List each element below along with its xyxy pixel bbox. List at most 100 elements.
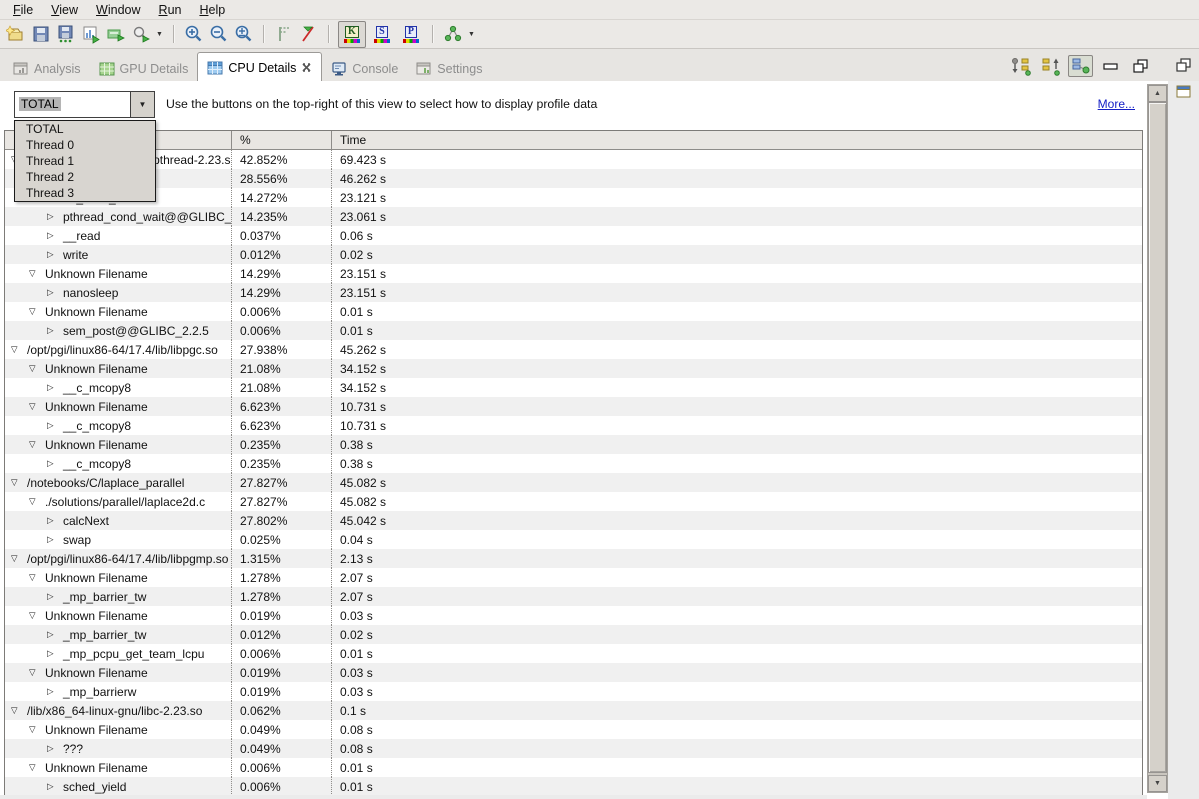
table-row[interactable]: ▷ write 0.012% 0.02 s	[5, 245, 1142, 264]
expander-icon[interactable]: ▽	[29, 401, 40, 412]
table-row[interactable]: ▽ Unknown Filename 0.049% 0.08 s	[5, 720, 1142, 739]
expander-icon[interactable]: ▷	[47, 781, 58, 792]
table-row[interactable]: ▽ /lib/x86_64-linux-gnu/libpthread-2.23.…	[5, 150, 1142, 169]
expander-icon[interactable]: ▷	[47, 515, 58, 526]
menu-run[interactable]: Run	[150, 1, 191, 18]
expander-icon[interactable]: ▽	[11, 553, 22, 564]
table-row[interactable]: ▷ sem_post@@GLIBC_2.2.5 0.006% 0.01 s	[5, 321, 1142, 340]
save-all-icon[interactable]	[55, 23, 77, 45]
expander-icon[interactable]: ▽	[29, 306, 40, 317]
expander-icon[interactable]: ▷	[47, 249, 58, 260]
menu-view[interactable]: View	[42, 1, 87, 18]
kernel-mode-button[interactable]: K	[338, 21, 366, 48]
expander-icon[interactable]: ▽	[29, 610, 40, 621]
table-row[interactable]: ▽ /opt/pgi/linux86-64/17.4/lib/libpgmp.s…	[5, 549, 1142, 568]
expander-icon[interactable]: ▷	[47, 591, 58, 602]
expander-icon[interactable]: ▽	[29, 439, 40, 450]
table-row[interactable]: ▽ ./solutions/parallel/laplace2d.c 27.82…	[5, 492, 1142, 511]
table-row[interactable]: ▽ /lib/x86_64-linux-gnu/libc-2.23.so 0.0…	[5, 701, 1142, 720]
scroll-up-icon[interactable]: ▲	[1148, 85, 1167, 102]
tab-analysis[interactable]: Analysis	[4, 56, 90, 82]
expander-icon[interactable]: ▽	[29, 363, 40, 374]
menu-help[interactable]: Help	[190, 1, 234, 18]
stream-mode-button[interactable]: S	[369, 22, 395, 47]
table-row[interactable]: ▷ _mp_barrierw 0.019% 0.03 s	[5, 682, 1142, 701]
expand-tree-icon[interactable]	[1038, 55, 1063, 77]
combobox-dropdown-button[interactable]: ▼	[130, 92, 154, 117]
flag-forward-icon[interactable]	[273, 23, 295, 45]
table-row[interactable]: ▽ Unknown Filename 0.235% 0.38 s	[5, 435, 1142, 454]
table-row[interactable]: ▷ calcNext 27.802% 45.042 s	[5, 511, 1142, 530]
table-row[interactable]: ▽ Unknown Filename 6.623% 10.731 s	[5, 397, 1142, 416]
expander-icon[interactable]: ▷	[47, 287, 58, 298]
table-row[interactable]: ▽ Unknown Filename 0.019% 0.03 s	[5, 606, 1142, 625]
menu-file[interactable]: File	[4, 1, 42, 18]
column-header-percent[interactable]: %	[232, 131, 332, 149]
table-row[interactable]: ▽ Unknown Filename 0.006% 0.01 s	[5, 302, 1142, 321]
expander-icon[interactable]: ▷	[47, 230, 58, 241]
dropdown-item-thread2[interactable]: Thread 2	[15, 169, 155, 185]
expander-icon[interactable]: ▽	[11, 705, 22, 716]
expander-icon[interactable]: ▷	[47, 743, 58, 754]
minimize-view-icon[interactable]	[1098, 55, 1123, 77]
expander-icon[interactable]: ▽	[29, 572, 40, 583]
table-row[interactable]: ▽ Unknown Filename 0.019% 0.03 s	[5, 663, 1142, 682]
table-row[interactable]: ▷ do_futex_wait 14.272% 23.121 s	[5, 188, 1142, 207]
tab-console[interactable]: Console	[322, 56, 407, 82]
dropdown-item-total[interactable]: TOTAL	[15, 121, 155, 137]
zoom-fit-icon[interactable]	[233, 23, 255, 45]
fast-view-window-icon[interactable]	[1176, 85, 1192, 103]
table-row[interactable]: ▷ sched_yield 0.006% 0.01 s	[5, 777, 1142, 796]
vertical-scrollbar[interactable]: ▲ ▼	[1147, 84, 1168, 793]
scroll-down-icon[interactable]: ▼	[1148, 775, 1167, 792]
expander-icon[interactable]: ▽	[29, 762, 40, 773]
call-tree-icon[interactable]	[442, 23, 464, 45]
expander-icon[interactable]: ▽	[11, 344, 22, 355]
thread-filter-combobox[interactable]: TOTAL ▼	[14, 91, 155, 118]
tab-cpu-details[interactable]: CPU Details	[197, 52, 322, 83]
table-row[interactable]: ▽ Unknown Filename 21.08% 34.152 s	[5, 359, 1142, 378]
table-row[interactable]: ▽ Unknown Filename 28.556% 46.262 s	[5, 169, 1142, 188]
call-tree-caret-icon[interactable]: ▼	[468, 31, 475, 38]
expander-icon[interactable]: ▷	[47, 534, 58, 545]
tab-gpu-details[interactable]: GPU Details	[90, 56, 198, 82]
table-row[interactable]: ▽ /notebooks/C/laplace_parallel 27.827% …	[5, 473, 1142, 492]
search-profile-icon[interactable]	[130, 23, 152, 45]
column-header-time[interactable]: Time	[332, 131, 1142, 149]
zoom-out-icon[interactable]	[208, 23, 230, 45]
tab-settings[interactable]: Settings	[407, 56, 491, 82]
table-row[interactable]: ▷ swap 0.025% 0.04 s	[5, 530, 1142, 549]
table-row[interactable]: ▽ Unknown Filename 14.29% 23.151 s	[5, 264, 1142, 283]
expander-icon[interactable]: ▽	[11, 477, 22, 488]
expander-icon[interactable]: ▽	[29, 667, 40, 678]
restore-view-icon[interactable]	[1175, 57, 1193, 78]
expander-icon[interactable]: ▽	[29, 496, 40, 507]
collapse-tree-icon[interactable]	[1008, 55, 1033, 77]
expander-icon[interactable]: ▷	[47, 686, 58, 697]
table-row[interactable]: ▷ __read 0.037% 0.06 s	[5, 226, 1142, 245]
expander-icon[interactable]: ▷	[47, 382, 58, 393]
expander-icon[interactable]: ▽	[29, 268, 40, 279]
expander-icon[interactable]: ▷	[47, 648, 58, 659]
table-row[interactable]: ▽ Unknown Filename 1.278% 2.07 s	[5, 568, 1142, 587]
close-tab-icon[interactable]	[301, 62, 312, 73]
maximize-view-icon[interactable]	[1128, 55, 1153, 77]
expander-icon[interactable]: ▷	[47, 420, 58, 431]
table-row[interactable]: ▷ __c_mcopy8 6.623% 10.731 s	[5, 416, 1142, 435]
more-link[interactable]: More...	[1098, 97, 1135, 111]
table-row[interactable]: ▷ _mp_barrier_tw 1.278% 2.07 s	[5, 587, 1142, 606]
process-mode-button[interactable]: P	[398, 22, 424, 47]
save-icon[interactable]	[30, 23, 52, 45]
expander-icon[interactable]: ▽	[29, 724, 40, 735]
dropdown-item-thread3[interactable]: Thread 3	[15, 185, 155, 201]
new-session-icon[interactable]	[5, 23, 27, 45]
menu-window[interactable]: Window	[87, 1, 149, 18]
table-row[interactable]: ▷ __c_mcopy8 0.235% 0.38 s	[5, 454, 1142, 473]
expander-icon[interactable]: ▷	[47, 629, 58, 640]
profile-application-icon[interactable]	[80, 23, 102, 45]
expander-icon[interactable]: ▷	[47, 211, 58, 222]
table-row[interactable]: ▷ __c_mcopy8 21.08% 34.152 s	[5, 378, 1142, 397]
flat-view-icon[interactable]	[1068, 55, 1093, 77]
table-row[interactable]: ▷ ??? 0.049% 0.08 s	[5, 739, 1142, 758]
dropdown-item-thread0[interactable]: Thread 0	[15, 137, 155, 153]
